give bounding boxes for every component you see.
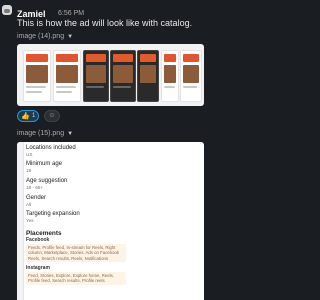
add-reaction-button[interactable]: ☺ xyxy=(44,110,60,122)
platform-name-facebook: Facebook xyxy=(26,237,50,243)
attachment-image-2[interactable]: Locations included US Minimum age 18 Age… xyxy=(17,142,204,300)
thumbs-up-icon: 👍 xyxy=(21,113,30,120)
placements-title: Placements xyxy=(26,230,62,237)
panel-sidebar xyxy=(17,142,24,300)
attachment-image-1[interactable] xyxy=(17,44,204,106)
field-title: Targeting expansion xyxy=(26,211,80,217)
field-title: Minimum age xyxy=(26,161,63,167)
ad-preview-thumbnail xyxy=(23,50,51,102)
message-text: This is how the ad will look like with c… xyxy=(17,18,193,28)
chevron-down-icon[interactable]: ▼ xyxy=(67,131,73,137)
field-value: 18 xyxy=(26,168,32,173)
field-title: Locations included xyxy=(26,145,76,151)
message-timestamp[interactable]: 6:56 PM xyxy=(58,10,84,17)
ad-preview-thumbnail xyxy=(83,50,109,102)
attachment-label-2[interactable]: image (15).png ▼ xyxy=(17,130,73,137)
field-value: Yes xyxy=(26,218,34,223)
ad-preview-thumbnail xyxy=(53,50,81,102)
field-title: Age suggestion xyxy=(26,178,68,184)
ad-preview-thumbnail xyxy=(137,50,159,102)
user-avatar[interactable] xyxy=(2,5,12,15)
attachment-label-1[interactable]: image (14).png ▼ xyxy=(17,33,73,40)
ad-preview-thumbnail xyxy=(110,50,136,102)
ad-preview-thumbnail xyxy=(161,50,179,102)
platform-placements-instagram: Feed, Stories, Explore, Explore home, Re… xyxy=(26,272,126,285)
field-title: Gender xyxy=(26,195,47,201)
attachment-filename: image (15).png xyxy=(17,130,65,137)
ad-preview-thumbnail xyxy=(180,50,202,102)
reaction-thumbs-up[interactable]: 👍 1 xyxy=(17,110,39,122)
emoji-add-icon: ☺ xyxy=(48,112,56,119)
platform-name-instagram: Instagram xyxy=(26,265,50,271)
attachment-filename: image (14).png xyxy=(17,33,65,40)
field-value: All xyxy=(26,202,32,207)
field-value: 18 - 65+ xyxy=(26,185,43,190)
field-value: US xyxy=(26,152,33,157)
chevron-down-icon[interactable]: ▼ xyxy=(67,34,73,40)
platform-placements-facebook: Feeds, Profile feed, In-stream for Reels… xyxy=(26,244,126,263)
reaction-count: 1 xyxy=(32,113,36,119)
